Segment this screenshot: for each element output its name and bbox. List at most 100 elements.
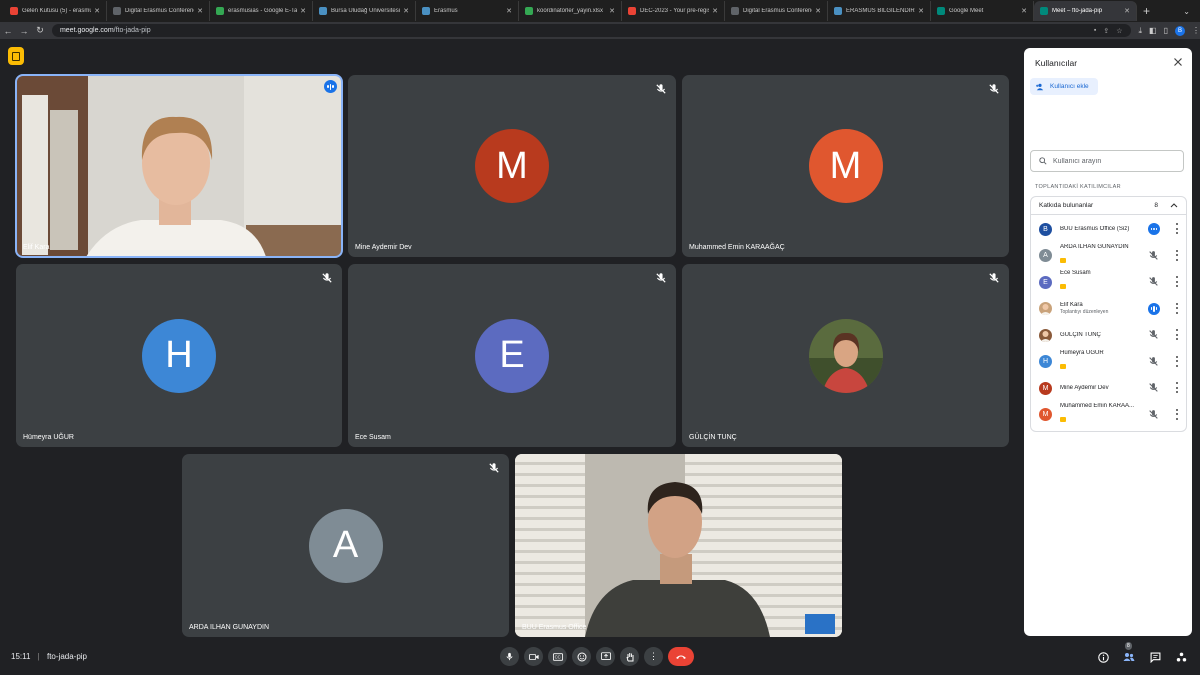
- meeting-notes-icon[interactable]: [8, 47, 24, 65]
- close-icon[interactable]: [1173, 57, 1183, 67]
- browser-tab[interactable]: Google Meet ✕: [931, 1, 1034, 21]
- browser-tab[interactable]: Erasmus ✕: [416, 1, 519, 21]
- participant-name: GÜLÇİN TUNÇ: [689, 434, 737, 441]
- participant-row[interactable]: B BUU Erasmus Office (Siz): [1031, 216, 1186, 242]
- extensions-icon[interactable]: ◧: [1149, 26, 1157, 35]
- participant-tile[interactable]: BUU Erasmus Office: [515, 454, 842, 637]
- raise-hand-button[interactable]: [620, 647, 639, 666]
- tab-search-icon[interactable]: ⌄: [1183, 7, 1190, 16]
- mic-off-icon[interactable]: [1148, 409, 1159, 420]
- participant-row[interactable]: Elif Kara Toplantıyı düzenleyen: [1031, 296, 1186, 322]
- participant-avatar: [1039, 328, 1052, 342]
- more-vert-icon[interactable]: [1171, 382, 1182, 393]
- people-button[interactable]: 8: [1122, 642, 1136, 664]
- more-vert-icon[interactable]: [1171, 355, 1182, 367]
- captions-button[interactable]: CC: [548, 647, 567, 666]
- speaking-indicator-icon: [324, 80, 337, 93]
- camera-permission-icon[interactable]: ▪: [1094, 27, 1096, 35]
- reload-icon[interactable]: ↻: [32, 25, 48, 36]
- close-tab-icon[interactable]: ✕: [712, 7, 718, 15]
- mic-off-icon[interactable]: [1148, 382, 1159, 393]
- tab-favicon-icon: [731, 7, 739, 15]
- participant-tile[interactable]: GÜLÇİN TUNÇ: [682, 264, 1009, 447]
- browser-tab[interactable]: erasmusias - Google E-Tab ✕: [210, 1, 313, 21]
- close-tab-icon[interactable]: ✕: [403, 7, 409, 15]
- browser-menu-icon[interactable]: ⋮: [1192, 26, 1200, 35]
- mic-off-icon[interactable]: [1148, 329, 1159, 340]
- participant-row[interactable]: E Ece Susam: [1031, 269, 1186, 295]
- participant-row[interactable]: M Muhammed Emin KARAA...: [1031, 402, 1186, 428]
- share-icon[interactable]: ⇪: [1103, 27, 1109, 35]
- browser-tab[interactable]: ERASMUS BİLGİLENDİRME✕: [828, 1, 931, 21]
- more-vert-icon[interactable]: [1171, 408, 1182, 420]
- close-tab-icon[interactable]: ✕: [506, 7, 512, 15]
- browser-tab[interactable]: Digital Erasmus Conference ✕: [107, 1, 210, 21]
- close-tab-icon[interactable]: ✕: [94, 7, 100, 15]
- more-vert-icon[interactable]: [1171, 329, 1182, 340]
- close-tab-icon[interactable]: ✕: [300, 7, 306, 15]
- bookmark-star-icon[interactable]: ☆: [1116, 27, 1122, 35]
- more-vert-icon[interactable]: [1171, 249, 1182, 261]
- participant-row[interactable]: M Mine Aydemir Dev: [1031, 375, 1186, 401]
- meeting-details-button[interactable]: [1096, 650, 1110, 664]
- browser-tab[interactable]: koordinatorler_yayin.xlsx ✕: [519, 1, 622, 21]
- participant-tile[interactable]: M Muhammed Emin KARAAĞAÇ: [682, 75, 1009, 257]
- microphone-button[interactable]: [500, 647, 519, 666]
- more-options-button[interactable]: ⋮: [644, 647, 663, 666]
- participant-tile[interactable]: Elif Kara: [15, 74, 343, 258]
- new-tab-button[interactable]: +: [1143, 4, 1150, 18]
- mic-off-icon[interactable]: [1148, 250, 1159, 261]
- hangup-icon: [676, 655, 686, 659]
- mic-off-icon[interactable]: [1148, 356, 1159, 367]
- leave-call-button[interactable]: [668, 647, 694, 666]
- chat-button[interactable]: [1148, 650, 1162, 664]
- activities-button[interactable]: [1174, 650, 1188, 664]
- browser-tab[interactable]: Gelen Kutusu (5) - erasmus ✕: [4, 1, 107, 21]
- search-icon: [1039, 157, 1047, 165]
- participant-tile[interactable]: A ARDA ILHAN GUNAYDIN: [182, 454, 509, 637]
- present-button[interactable]: [596, 647, 615, 666]
- more-vert-icon[interactable]: [1171, 276, 1182, 287]
- chevron-up-icon[interactable]: [1170, 203, 1178, 208]
- participant-name: Muhammed Emin KARAAĞAÇ: [689, 244, 785, 251]
- more-vert-icon[interactable]: [1171, 302, 1182, 314]
- tab-favicon-icon: [10, 7, 18, 15]
- mic-off-icon[interactable]: [1148, 276, 1159, 287]
- tab-title: Erasmus: [434, 8, 458, 14]
- search-input[interactable]: [1053, 157, 1173, 165]
- browser-tab[interactable]: Meet – fto-jada-pip ✕: [1034, 1, 1137, 21]
- participant-row[interactable]: A ARDA ILHAN GUNAYDIN: [1031, 243, 1186, 269]
- participant-name: Elif Kara: [23, 244, 50, 251]
- close-tab-icon[interactable]: ✕: [918, 7, 924, 15]
- group-header[interactable]: Katkıda bulunanlar 8: [1031, 197, 1186, 215]
- download-icon[interactable]: ⤓: [1139, 26, 1143, 36]
- browser-tab[interactable]: DEC-2023 - Your pre-regis ✕: [622, 1, 725, 21]
- close-tab-icon[interactable]: ✕: [1124, 7, 1130, 15]
- participant-tile[interactable]: M Mine Aydemir Dev: [348, 75, 676, 257]
- avatar-initial: B: [1043, 225, 1048, 233]
- participant-name: Ece Susam: [355, 434, 391, 441]
- reactions-button[interactable]: [572, 647, 591, 666]
- add-people-button[interactable]: Kullanıcı ekle: [1030, 78, 1098, 95]
- url-field[interactable]: meet.google.com/fto-jada-pip ▪ ⇪ ☆: [51, 24, 1131, 37]
- tab-favicon-icon: [216, 7, 224, 15]
- browser-tab[interactable]: Digital Erasmus Conference ✕: [725, 1, 828, 21]
- browser-tab[interactable]: Bursa Uludağ Üniversitesi ✕: [313, 1, 416, 21]
- camera-button[interactable]: [524, 647, 543, 666]
- tab-favicon-icon: [525, 7, 533, 15]
- close-tab-icon[interactable]: ✕: [815, 7, 821, 15]
- self-video: [515, 454, 842, 637]
- participant-tile[interactable]: E Ece Susam: [348, 264, 676, 447]
- close-tab-icon[interactable]: ✕: [609, 7, 615, 15]
- more-vert-icon[interactable]: [1171, 223, 1182, 234]
- close-tab-icon[interactable]: ✕: [1021, 7, 1027, 15]
- back-icon[interactable]: ←: [0, 26, 16, 36]
- participant-name: GÜLÇİN TUNÇ: [1060, 332, 1101, 338]
- participant-row[interactable]: H Hümeyra UĞUR: [1031, 349, 1186, 375]
- participant-tile[interactable]: H Hümeyra UĞUR: [16, 264, 342, 447]
- forward-icon[interactable]: →: [16, 26, 32, 36]
- close-tab-icon[interactable]: ✕: [197, 7, 203, 15]
- sidepanel-icon[interactable]: ▯: [1164, 26, 1168, 35]
- profile-avatar[interactable]: B: [1175, 25, 1186, 36]
- participant-row[interactable]: GÜLÇİN TUNÇ: [1031, 322, 1186, 348]
